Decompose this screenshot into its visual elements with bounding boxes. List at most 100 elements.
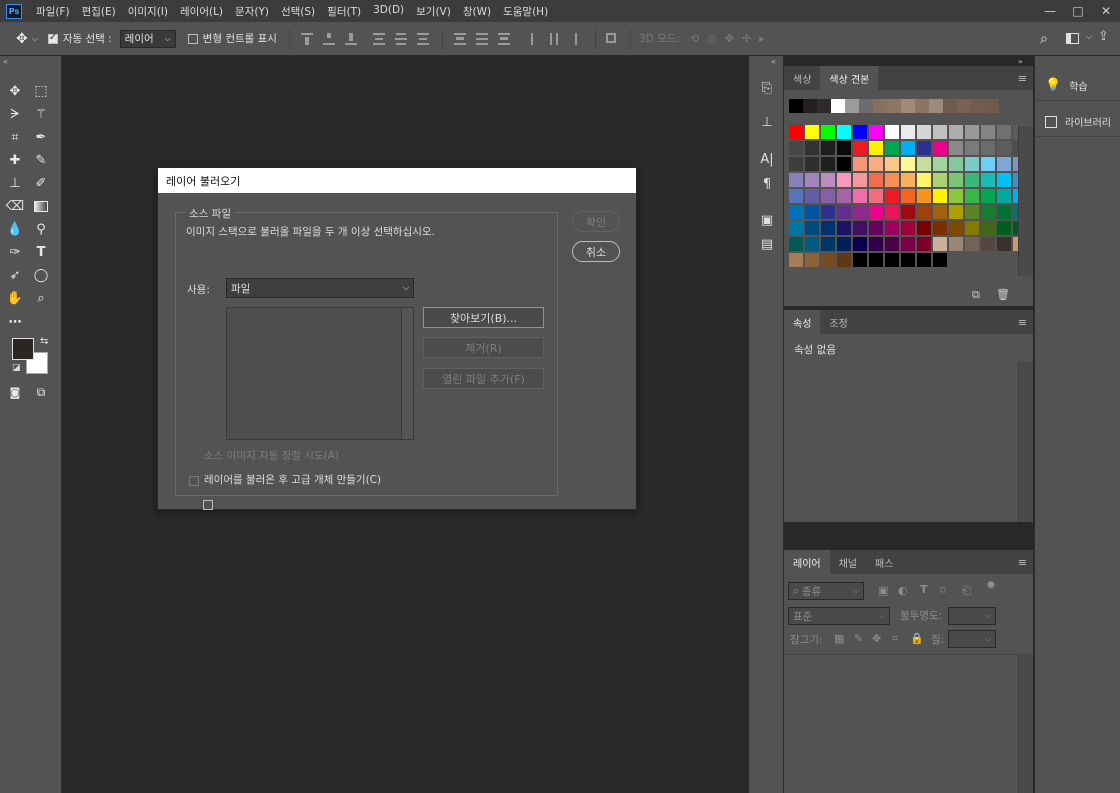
color-swatch[interactable] bbox=[981, 125, 995, 139]
eraser-tool-icon[interactable]: ⌫ bbox=[4, 196, 26, 216]
image-filter-icon[interactable]: ▣ bbox=[878, 584, 888, 597]
fill-input[interactable]: ⌵ bbox=[948, 630, 996, 648]
color-swatch[interactable] bbox=[789, 173, 803, 187]
magic-wand-tool-icon[interactable]: ⚚ bbox=[30, 104, 52, 124]
distribute-right-icon[interactable] bbox=[569, 32, 583, 45]
color-swatch[interactable] bbox=[821, 253, 835, 267]
color-swatch[interactable] bbox=[869, 253, 883, 267]
color-swatch[interactable] bbox=[965, 205, 979, 219]
filter-toggle-icon[interactable]: ● bbox=[987, 580, 995, 590]
auto-select-dropdown[interactable]: 레이어 ⌵ bbox=[119, 29, 176, 48]
lock-all-icon[interactable]: 🔒 bbox=[910, 632, 924, 645]
color-swatch[interactable] bbox=[853, 221, 867, 235]
collapse-icon[interactable]: « bbox=[3, 57, 8, 66]
color-swatch[interactable] bbox=[853, 253, 867, 267]
crop-tool-icon[interactable]: ⌗ bbox=[4, 127, 26, 147]
color-swatch[interactable] bbox=[949, 141, 963, 155]
color-swatch[interactable] bbox=[933, 125, 947, 139]
minimize-button[interactable]: — bbox=[1036, 0, 1064, 22]
pen-tool-icon[interactable]: ✑ bbox=[4, 242, 26, 262]
color-swatch[interactable] bbox=[869, 125, 883, 139]
color-swatch[interactable] bbox=[933, 141, 947, 155]
menu-type[interactable]: 문자(Y) bbox=[235, 4, 269, 19]
recent-swatch[interactable] bbox=[901, 99, 915, 113]
blend-mode-dropdown[interactable]: 표준 ⌵ bbox=[788, 607, 890, 625]
recent-swatch[interactable] bbox=[957, 99, 971, 113]
color-swatch[interactable] bbox=[853, 237, 867, 251]
menu-3d[interactable]: 3D(D) bbox=[373, 4, 404, 19]
trash-icon[interactable]: 🗑 bbox=[996, 288, 1010, 301]
color-swatch[interactable] bbox=[885, 189, 899, 203]
zoom-tool-icon[interactable]: ⌕ bbox=[30, 288, 52, 308]
color-swatch[interactable] bbox=[789, 157, 803, 171]
swatches-scrollbar[interactable] bbox=[1018, 126, 1033, 276]
layers-scrollbar[interactable] bbox=[1018, 654, 1033, 793]
3d-slide-icon[interactable]: ✢ bbox=[742, 32, 751, 45]
move-tool-icon[interactable]: ✥ bbox=[16, 31, 28, 47]
color-swatch[interactable] bbox=[869, 221, 883, 235]
color-swatch[interactable] bbox=[837, 141, 851, 155]
recent-swatch[interactable] bbox=[873, 99, 887, 113]
color-swatch[interactable] bbox=[949, 205, 963, 219]
recent-swatch[interactable] bbox=[845, 99, 859, 113]
ellipse-tool-icon[interactable]: ◯ bbox=[30, 265, 52, 285]
color-swatch[interactable] bbox=[917, 141, 931, 155]
color-swatch[interactable] bbox=[805, 253, 819, 267]
color-swatch[interactable] bbox=[981, 173, 995, 187]
tab-color[interactable]: 색상 bbox=[784, 66, 820, 90]
screen-mode-icon[interactable]: ⧉ bbox=[30, 382, 52, 402]
collapse-icon[interactable]: « bbox=[771, 57, 776, 66]
color-swatch[interactable] bbox=[949, 157, 963, 171]
color-swatch[interactable] bbox=[885, 237, 899, 251]
color-swatch[interactable] bbox=[789, 253, 803, 267]
color-swatch[interactable] bbox=[885, 141, 899, 155]
color-swatch[interactable] bbox=[837, 173, 851, 187]
search-icon[interactable]: ⌕ bbox=[1040, 31, 1048, 47]
color-swatch[interactable] bbox=[789, 205, 803, 219]
color-swatch[interactable] bbox=[997, 189, 1011, 203]
color-swatch[interactable] bbox=[981, 141, 995, 155]
color-swatch[interactable] bbox=[917, 173, 931, 187]
color-swatch[interactable] bbox=[901, 141, 915, 155]
cancel-button[interactable]: 취소 bbox=[572, 241, 620, 262]
recent-swatch[interactable] bbox=[943, 99, 957, 113]
distribute-left-icon[interactable] bbox=[525, 32, 539, 45]
collapse-icon[interactable]: » bbox=[1018, 57, 1023, 66]
distribute-bottom-icon[interactable] bbox=[497, 32, 511, 45]
align-left-icon[interactable] bbox=[372, 32, 386, 45]
color-swatch[interactable] bbox=[837, 205, 851, 219]
transform-controls-checkbox[interactable] bbox=[187, 33, 198, 44]
marquee-tool-icon[interactable]: ⬚ bbox=[30, 81, 52, 101]
lock-artboard-icon[interactable]: ⌗ bbox=[892, 632, 898, 646]
color-swatch[interactable] bbox=[901, 253, 915, 267]
color-swatch[interactable] bbox=[853, 189, 867, 203]
color-swatch[interactable] bbox=[965, 141, 979, 155]
color-swatch[interactable] bbox=[933, 237, 947, 251]
color-swatch[interactable] bbox=[853, 125, 867, 139]
distribute-vcenter-icon[interactable] bbox=[475, 32, 489, 45]
history-icon[interactable]: ⎘ bbox=[759, 80, 775, 96]
panel-menu-icon[interactable]: ≡ bbox=[1018, 556, 1027, 569]
3d-roll-icon[interactable]: ◎ bbox=[707, 32, 717, 45]
browse-button[interactable]: 찾아보기(B)... bbox=[423, 307, 544, 328]
properties-scrollbar[interactable] bbox=[1018, 362, 1033, 522]
3d-pan-icon[interactable]: ✥ bbox=[725, 32, 734, 45]
color-swatch[interactable] bbox=[853, 205, 867, 219]
recent-swatch[interactable] bbox=[985, 99, 999, 113]
close-button[interactable]: ✕ bbox=[1092, 0, 1120, 22]
healing-brush-tool-icon[interactable]: ✚ bbox=[4, 150, 26, 170]
notes-icon[interactable]: ▤ bbox=[759, 236, 775, 252]
workspace-icon[interactable] bbox=[1066, 33, 1079, 44]
color-swatch[interactable] bbox=[965, 189, 979, 203]
color-swatch[interactable] bbox=[901, 173, 915, 187]
color-swatch[interactable] bbox=[869, 189, 883, 203]
color-swatch[interactable] bbox=[965, 237, 979, 251]
color-swatch[interactable] bbox=[901, 125, 915, 139]
shape-filter-icon[interactable]: ⌑ bbox=[940, 584, 946, 597]
color-swatch[interactable] bbox=[869, 205, 883, 219]
color-swatch[interactable] bbox=[965, 125, 979, 139]
smart-object-filter-icon[interactable]: ⎗ bbox=[962, 584, 971, 598]
recent-swatch[interactable] bbox=[831, 99, 845, 113]
color-swatch[interactable] bbox=[837, 237, 851, 251]
chevron-down-icon[interactable]: ⌵ bbox=[32, 34, 38, 44]
